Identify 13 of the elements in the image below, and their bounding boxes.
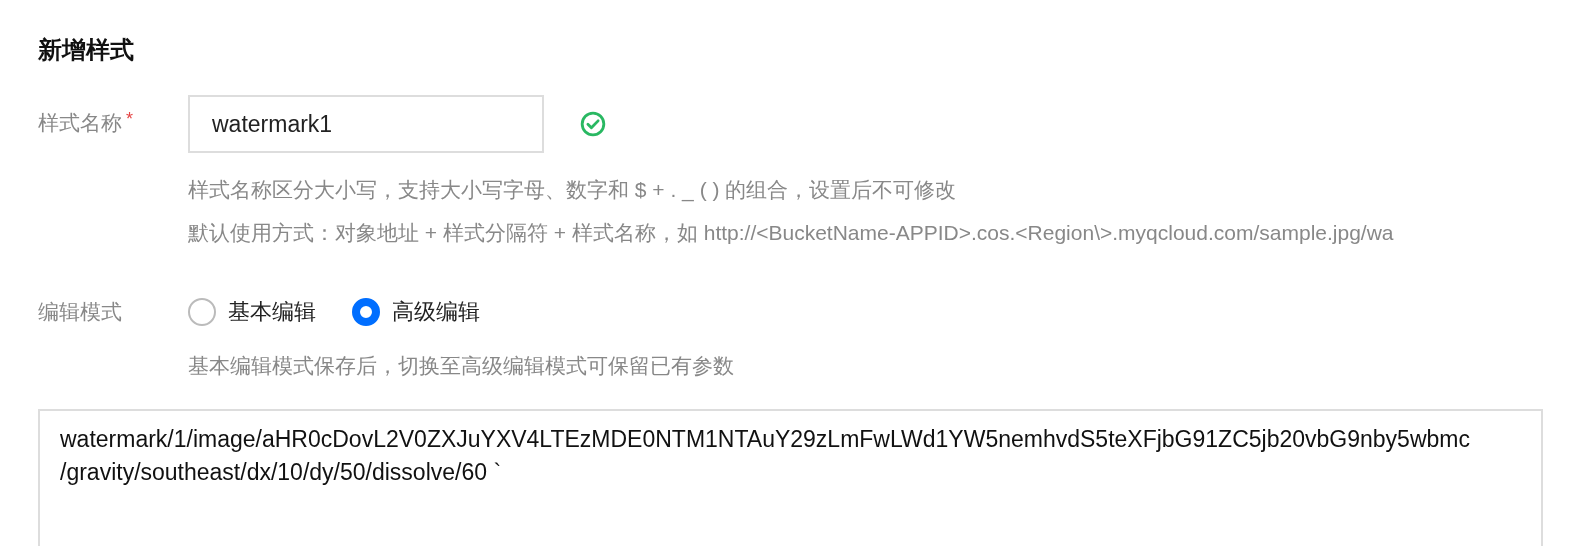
hint-text: 样式名称区分大小写，支持大小写字母、数字和 $ + . _ ( ) 的组合，设置后不可修改: [188, 177, 957, 204]
radio-option[interactable]: 基本编辑: [188, 297, 316, 327]
radio-icon[interactable]: [352, 298, 380, 326]
required-mark: *: [126, 109, 133, 130]
hint-text: 基本编辑模式保存后，切换至高级编辑模式可保留已有参数: [188, 353, 734, 379]
hint-text: 默认使用方式：对象地址 + 样式分隔符 + 样式名称，如 http://<BucketName-APPID>.cos.<Region\>.myqcloud.com/sample.jpg/wa: [188, 220, 1394, 246]
radio-option[interactable]: 高级编辑: [352, 297, 480, 327]
radio-icon[interactable]: [188, 298, 216, 326]
field-label: 样式名称: [38, 110, 122, 136]
style-name-input[interactable]: watermark1: [188, 95, 544, 153]
code-textarea[interactable]: watermark/1/image/aHR0cDovL2V0ZXJuYXV4LTEzMDE0NTM1NTAuY29zLmFwLWd1YW5nemhvdS5teXFjbG91ZC5jb20vbG9nby5wbmc /gravity/southeast/dx/10/dy/50/dissolve/60 `: [38, 409, 1543, 546]
field-label: 编辑模式: [38, 299, 122, 325]
section-title: 新增样式: [38, 35, 135, 65]
